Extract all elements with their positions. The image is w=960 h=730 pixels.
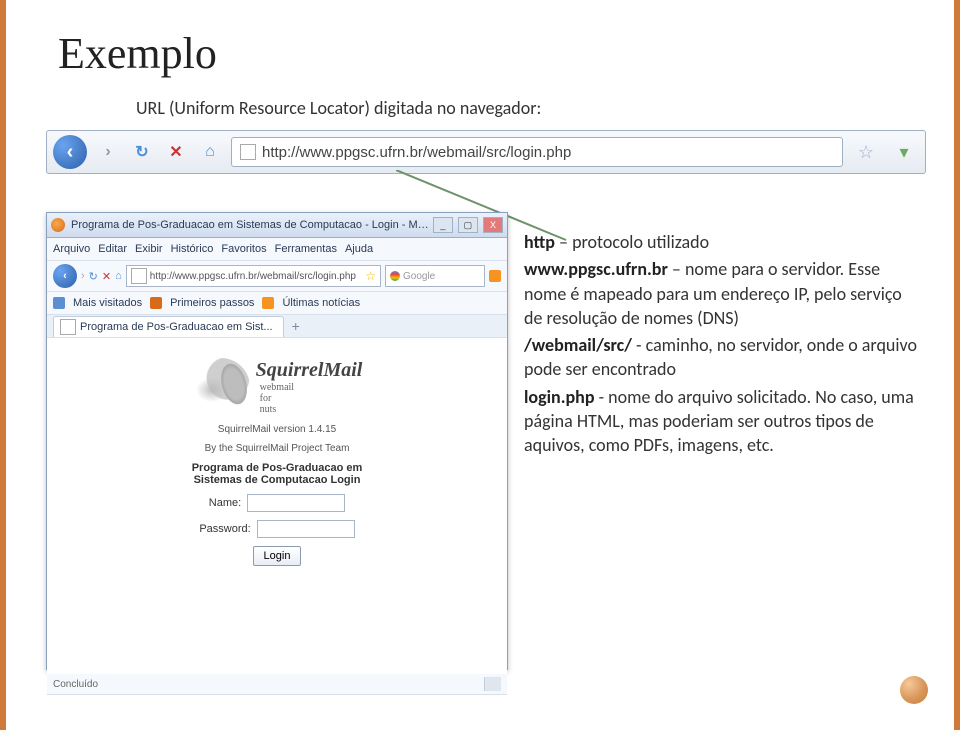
menu-historico[interactable]: Histórico: [171, 243, 214, 255]
mini-url-field[interactable]: http://www.ppgsc.ufrn.br/webmail/src/log…: [126, 265, 381, 287]
menu-ferramentas[interactable]: Ferramentas: [275, 243, 337, 255]
firefox-icon: [51, 218, 65, 232]
mini-home-button[interactable]: ⌂: [115, 270, 122, 282]
reload-button[interactable]: ↻: [129, 139, 155, 165]
menu-ajuda[interactable]: Ajuda: [345, 243, 373, 255]
most-visited-icon: [53, 297, 65, 309]
window-titlebar: Programa de Pos-Graduacao em Sistemas de…: [47, 213, 507, 238]
minimize-button[interactable]: _: [433, 217, 453, 233]
password-row: Password:: [199, 520, 354, 538]
path-key: /webmail/src/: [524, 334, 632, 356]
forward-button[interactable]: ›: [95, 139, 121, 165]
new-tab-button[interactable]: +: [292, 318, 300, 334]
home-button[interactable]: ⌂: [197, 139, 223, 165]
tab-label: Programa de Pos-Graduacao em Sist...: [80, 321, 273, 333]
login-button[interactable]: Login: [253, 546, 302, 566]
password-input[interactable]: [257, 520, 355, 538]
bookmark-star-icon[interactable]: ☆: [851, 137, 881, 167]
mini-reload-button[interactable]: ↻: [89, 270, 98, 283]
bookmark-latest-news[interactable]: Últimas notícias: [282, 297, 360, 309]
http-key: http: [524, 231, 555, 253]
menu-exibir[interactable]: Exibir: [135, 243, 163, 255]
brand-sub2: for: [260, 393, 363, 404]
tab-strip: Programa de Pos-Graduacao em Sist... +: [47, 315, 507, 338]
name-label: Name:: [209, 497, 241, 509]
http-text: – protocolo utilizado: [555, 231, 709, 253]
window-buttons: _ ▢ X: [431, 217, 503, 233]
mini-star-icon[interactable]: ☆: [365, 269, 376, 283]
rss-icon[interactable]: [489, 270, 501, 282]
domain-key: www.ppgsc.ufrn.br: [524, 258, 668, 280]
slide-frame: Exemplo URL (Uniform Resource Locator) d…: [0, 0, 960, 730]
menu-arquivo[interactable]: Arquivo: [53, 243, 90, 255]
active-tab[interactable]: Programa de Pos-Graduacao em Sist...: [53, 316, 284, 337]
menu-editar[interactable]: Editar: [98, 243, 127, 255]
search-placeholder: Google: [403, 271, 435, 282]
caption-text: URL (Uniform Resource Locator) digitada …: [136, 96, 541, 120]
brand-sub1: webmail: [260, 382, 363, 393]
bookmark-most-visited[interactable]: Mais visitados: [73, 297, 142, 309]
bookmark-first-steps[interactable]: Primeiros passos: [170, 297, 254, 309]
maximize-button[interactable]: ▢: [458, 217, 478, 233]
firefox-window: Programa de Pos-Graduacao em Sistemas de…: [46, 212, 508, 670]
mini-forward-button[interactable]: ›: [81, 270, 85, 282]
dropdown-icon[interactable]: ▾: [889, 137, 919, 167]
mini-search-field[interactable]: Google: [385, 265, 485, 287]
mini-url-text: http://www.ppgsc.ufrn.br/webmail/src/log…: [150, 271, 356, 282]
menu-bar: Arquivo Editar Exibir Histórico Favorito…: [47, 238, 507, 261]
window-title: Programa de Pos-Graduacao em Sistemas de…: [71, 219, 431, 231]
browser-url-bar: ‹ › ↻ ✕ ⌂ http://www.ppgsc.ufrn.br/webma…: [46, 130, 926, 174]
mini-back-button[interactable]: ‹: [53, 264, 77, 288]
status-text: Concluído: [53, 679, 98, 690]
status-secure-icon: [484, 677, 501, 691]
nav-toolbar: ‹ › ↻ ✕ ⌂ http://www.ppgsc.ufrn.br/webma…: [47, 261, 507, 292]
back-button[interactable]: ‹: [53, 135, 87, 169]
name-input[interactable]: [247, 494, 345, 512]
status-bar: Concluído: [47, 674, 507, 695]
close-button[interactable]: X: [483, 217, 503, 233]
bookmarks-toolbar: Mais visitados Primeiros passos Últimas …: [47, 292, 507, 315]
squirrel-icon: [192, 358, 250, 416]
slide-bullet-icon: [900, 676, 928, 704]
explanation-text: http – protocolo utilizado www.ppgsc.ufr…: [524, 230, 924, 461]
url-text: http://www.ppgsc.ufrn.br/webmail/src/log…: [262, 144, 571, 161]
mini-stop-button[interactable]: ✕: [102, 270, 111, 283]
slide-title: Exemplo: [58, 28, 217, 79]
url-field[interactable]: http://www.ppgsc.ufrn.br/webmail/src/log…: [231, 137, 843, 167]
password-label: Password:: [199, 523, 250, 535]
page-content: SquirrelMail webmail for nuts SquirrelMa…: [47, 338, 507, 674]
name-row: Name:: [209, 494, 345, 512]
stop-button[interactable]: ✕: [163, 139, 189, 165]
brand-name: SquirrelMail: [256, 359, 363, 382]
squirrelmail-logo: SquirrelMail webmail for nuts: [192, 358, 363, 416]
latest-news-icon: [262, 297, 274, 309]
google-icon: [390, 271, 400, 281]
mini-page-icon: [131, 268, 147, 284]
brand-sub3: nuts: [260, 404, 363, 415]
login-header: Programa de Pos-Graduacao em Sistemas de…: [177, 462, 377, 486]
page-icon: [240, 144, 256, 160]
first-steps-icon: [150, 297, 162, 309]
menu-favoritos[interactable]: Favoritos: [221, 243, 266, 255]
file-key: login.php: [524, 386, 595, 408]
squirrelmail-version: SquirrelMail version 1.4.15: [218, 424, 336, 435]
tab-icon: [60, 319, 76, 335]
squirrelmail-team: By the SquirrelMail Project Team: [205, 443, 350, 454]
